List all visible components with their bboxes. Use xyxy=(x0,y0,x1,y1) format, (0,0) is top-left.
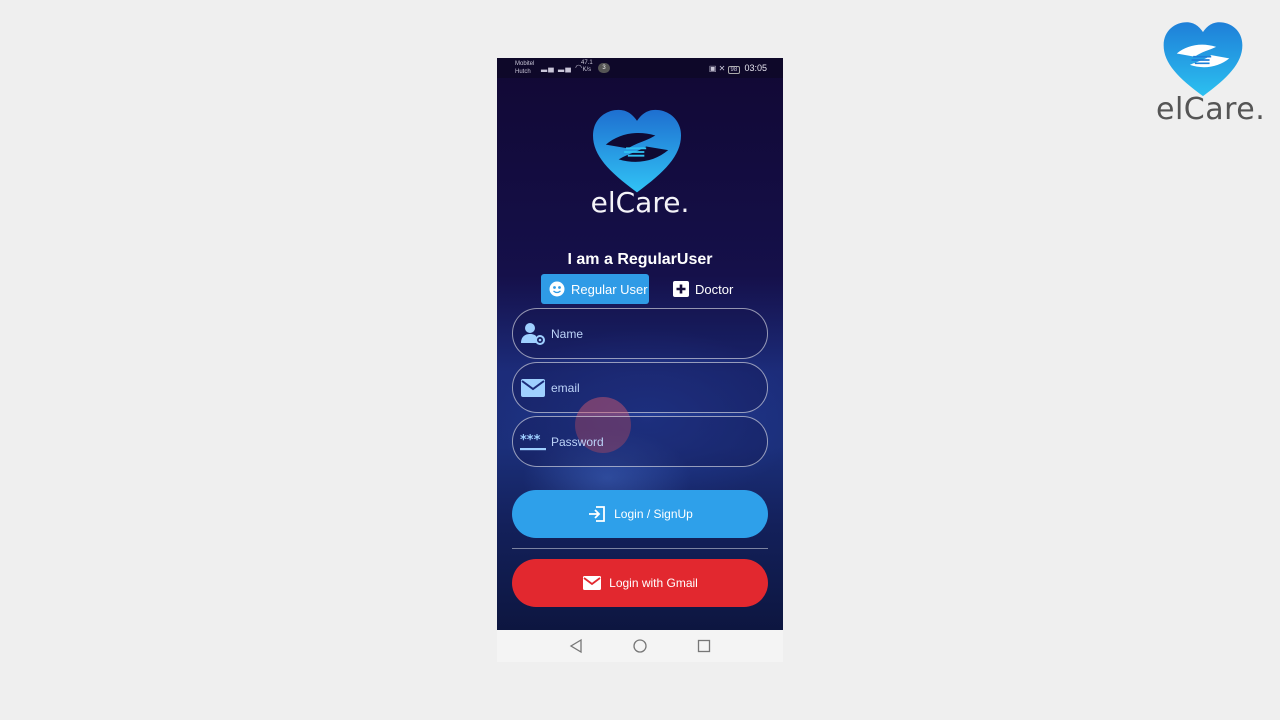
name-field[interactable] xyxy=(512,308,768,359)
carrier-name-1: Mobitel xyxy=(515,61,535,67)
circle-home-icon[interactable] xyxy=(632,638,648,654)
user-settings-icon xyxy=(520,321,546,347)
email-input[interactable] xyxy=(549,377,753,399)
status-carriers: Mobitel Hutch xyxy=(515,60,534,76)
corner-brand-logo: elCare. xyxy=(1150,20,1265,130)
battery-icon: 98 xyxy=(727,66,741,74)
network-speed-unit: K/s xyxy=(582,67,592,73)
password-dots-icon: *** xyxy=(520,429,546,455)
navigation-bar xyxy=(497,630,783,662)
heart-hands-logo-icon xyxy=(1163,22,1243,97)
login-gmail-button[interactable]: Login with Gmail xyxy=(512,559,768,607)
role-regular-user-label: Regular User xyxy=(571,281,648,297)
square-recent-icon[interactable] xyxy=(696,638,712,654)
login-signup-button[interactable]: Login / SignUp xyxy=(512,490,768,538)
phone-screen: Mobitel Hutch ▂▄ ▂▄ ◠ 47.1 K/s 3 ▣ ✕ 98 … xyxy=(497,58,783,662)
heart-hands-logo-icon xyxy=(593,109,681,193)
clock: 03:05 xyxy=(744,63,767,73)
user-face-icon xyxy=(549,281,565,297)
status-right: ▣ ✕ 98 03:05 xyxy=(708,63,767,74)
status-bar: Mobitel Hutch ▂▄ ▂▄ ◠ 47.1 K/s 3 ▣ ✕ 98 … xyxy=(497,58,783,78)
divider xyxy=(512,548,768,549)
app-brand-name: elCare. xyxy=(590,186,690,219)
login-gmail-label: Login with Gmail xyxy=(609,576,698,590)
network-speed: 47.1 K/s xyxy=(581,60,593,74)
notification-badge: 3 xyxy=(598,63,610,73)
password-input[interactable] xyxy=(549,431,753,453)
carrier-name-2: Hutch xyxy=(515,69,531,75)
signal-icon: ▂▄ ▂▄ ◠ xyxy=(541,63,584,72)
role-title: I am a RegularUser xyxy=(567,251,713,268)
role-regular-user-button[interactable]: Regular User xyxy=(541,274,649,304)
login-signup-label: Login / SignUp xyxy=(614,507,693,521)
login-arrow-icon xyxy=(587,506,607,522)
login-screen: Mobitel Hutch ▂▄ ▂▄ ◠ 47.1 K/s 3 ▣ ✕ 98 … xyxy=(497,58,783,630)
network-speed-value: 47.1 xyxy=(581,60,593,66)
password-field[interactable]: *** xyxy=(512,416,768,467)
triangle-back-icon[interactable] xyxy=(568,638,584,654)
svg-text:***: *** xyxy=(520,433,541,448)
email-field[interactable] xyxy=(512,362,768,413)
status-icons: ▣ ✕ xyxy=(708,64,728,73)
role-doctor-label: Doctor xyxy=(695,281,734,297)
corner-brand-text: elCare. xyxy=(1156,92,1266,127)
name-input[interactable] xyxy=(549,323,753,345)
medical-cross-icon xyxy=(673,281,689,297)
mail-icon xyxy=(520,375,546,401)
mail-icon xyxy=(582,575,602,591)
role-doctor-button[interactable]: Doctor xyxy=(665,274,745,304)
